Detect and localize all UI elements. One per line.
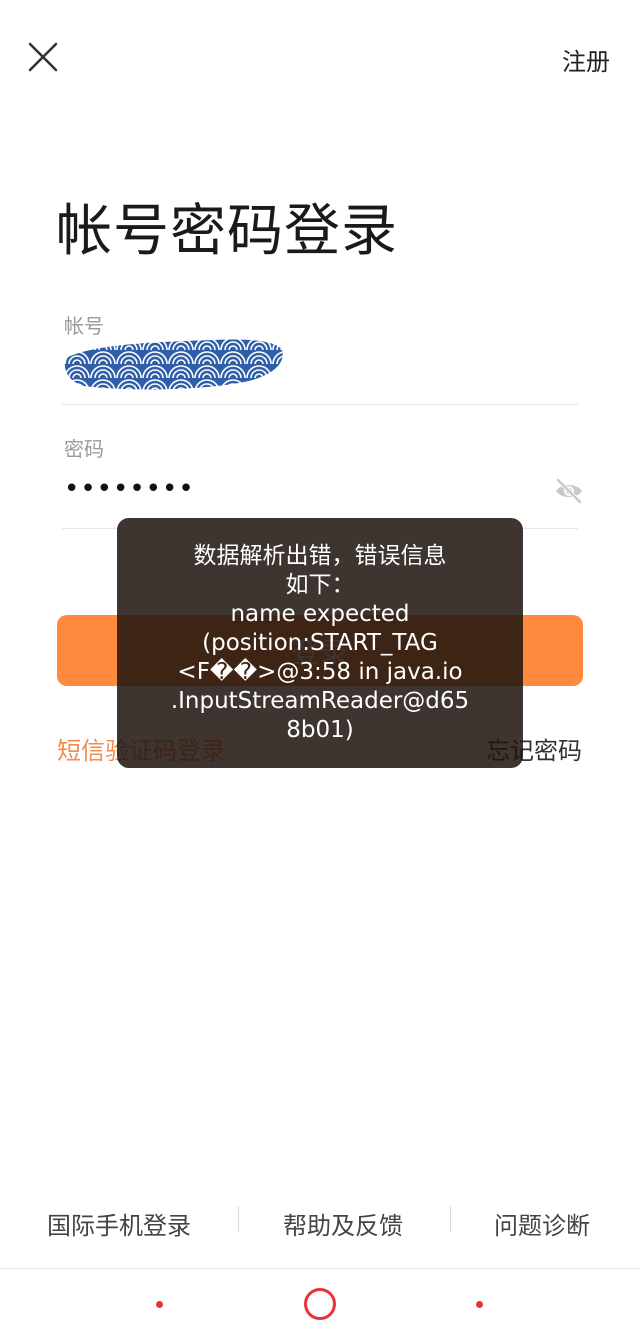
account-underline [62,404,578,405]
help-feedback-link[interactable]: 帮助及反馈 [283,1206,403,1241]
toast-line: name expected [230,601,410,627]
toast-line: <F��>@3:58 in java.io [177,659,463,685]
nav-home-icon[interactable] [304,1288,336,1320]
toast-line: 如下： [285,572,355,598]
eye-off-icon[interactable] [554,476,584,506]
bottom-links: 国际手机登录 帮助及反馈 问题诊断 [0,1202,640,1242]
password-field[interactable]: •••••••• [64,474,195,504]
close-icon[interactable] [28,42,58,72]
nav-menu-dot-icon[interactable] [156,1301,163,1308]
error-toast: 数据解析出错，错误信息 如下： name expected (position:… [117,518,523,768]
toast-line: 数据解析出错，错误信息 [193,543,447,569]
divider [238,1206,239,1232]
toast-line: 8b01) [286,717,354,743]
system-nav-bar [0,1268,640,1340]
account-field[interactable] [64,336,286,392]
password-label: 密码 [64,437,104,461]
nav-back-dot-icon[interactable] [476,1301,483,1308]
page-title: 帐号密码登录 [56,199,398,264]
register-button[interactable]: 注册 [562,42,610,77]
toast-line: .InputStreamReader@d65 [170,688,470,714]
divider [450,1206,451,1232]
account-label: 帐号 [64,314,104,338]
problem-diagnosis-link[interactable]: 问题诊断 [494,1206,590,1241]
toast-line: (position:START_TAG [202,630,438,656]
international-phone-login-link[interactable]: 国际手机登录 [47,1206,191,1241]
